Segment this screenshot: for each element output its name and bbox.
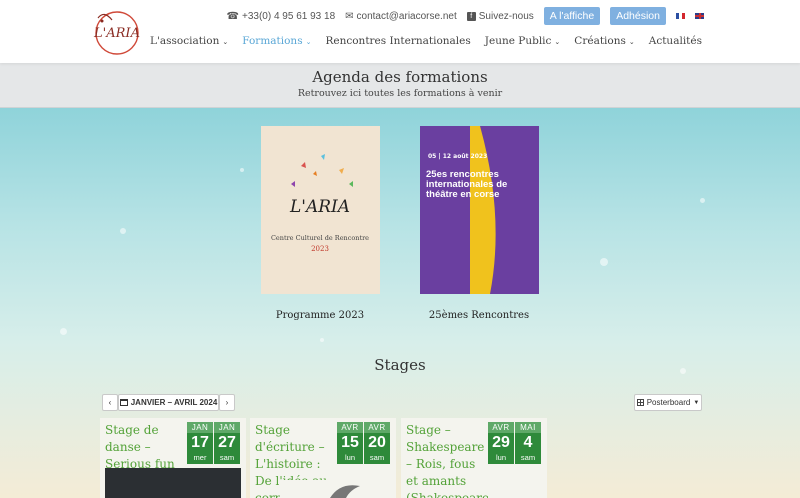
aria-logo[interactable]: L'ARIA [88, 8, 146, 58]
svg-text:L'ARIA: L'ARIA [289, 197, 350, 217]
flag-fr-icon[interactable] [676, 13, 685, 19]
top-contact-bar: ☎ +33(0) 4 95 61 93 18 ✉ contact@ariacor… [227, 7, 704, 25]
main-nav: L'association ⌄ Formations ⌄ Rencontres In… [150, 35, 702, 47]
next-range-button[interactable]: › [219, 394, 235, 411]
stages-heading: Stages [374, 356, 426, 374]
poster-caption[interactable]: Programme 2023 [240, 310, 400, 321]
prev-range-button[interactable]: ‹ [102, 394, 118, 411]
poster-programme-2023[interactable]: L'ARIA Centre Culturel de Rencontre 2023 [261, 126, 380, 294]
chevron-down-icon: ⌄ [554, 38, 561, 46]
phone-number: +33(0) 4 95 61 93 18 [242, 10, 336, 22]
nav-item-jeune-public[interactable]: Jeune Public ⌄ [485, 35, 561, 47]
flag-en-icon[interactable] [695, 13, 704, 19]
phone-item[interactable]: ☎ +33(0) 4 95 61 93 18 [227, 11, 336, 22]
event-card[interactable]: Stage d'écriture – L'histoire : De l'idé… [250, 418, 396, 498]
adhesion-button[interactable]: Adhésion [610, 7, 666, 25]
email-item[interactable]: ✉ contact@ariacorse.net [345, 11, 457, 22]
page-title: Agenda des formations [312, 68, 488, 86]
start-date-badge: JAN 17 mer [187, 422, 213, 464]
page-title-band: Agenda des formations Retrouvez ici tout… [0, 63, 800, 108]
svg-text:Centre Culturel de Rencontre: Centre Culturel de Rencontre [271, 234, 369, 242]
event-title[interactable]: Stage – Shakespeare – Rois, fous et aman… [406, 422, 488, 498]
rencontres-artwork: 05 | 12 août 2023 25es rencontres intern… [420, 126, 539, 294]
follow-label: Suivez-nous [478, 10, 534, 22]
caret-down-icon: ▼ [693, 399, 700, 406]
end-date-badge: JAN 27 sam [214, 422, 240, 464]
affiche-button[interactable]: A l'affiche [543, 7, 601, 25]
start-date-badge: AVR 29 lun [488, 422, 514, 464]
event-title[interactable]: Stage de danse – Serious fun [105, 422, 187, 473]
view-select[interactable]: Posterboard ▼ [634, 394, 702, 411]
svg-text:05 | 12 août 2023: 05 | 12 août 2023 [428, 153, 487, 160]
svg-text:2023: 2023 [311, 245, 329, 253]
envelope-icon: ✉ [345, 10, 354, 22]
view-label: Posterboard [646, 398, 691, 407]
chevron-down-icon: ⌄ [628, 38, 635, 46]
nav-item-creations[interactable]: Créations ⌄ [574, 35, 634, 47]
date-range-button[interactable]: JANVIER – AVRIL 2024 [118, 394, 219, 411]
nav-item-rencontres[interactable]: Rencontres Internationales [325, 35, 470, 47]
nav-item-actualites[interactable]: Actualités [649, 35, 702, 47]
event-card[interactable]: Stage – Shakespeare – Rois, fous et aman… [401, 418, 547, 498]
poster-25emes-rencontres[interactable]: 05 | 12 août 2023 25es rencontres intern… [420, 126, 539, 294]
start-date-badge: AVR 15 lun [337, 422, 363, 464]
email-address: contact@ariacorse.net [356, 10, 457, 22]
end-date-badge: MAI 4 sam [515, 422, 541, 464]
chevron-down-icon: ⌄ [222, 38, 229, 46]
calendar-icon [119, 399, 128, 406]
facebook-icon: f [466, 11, 476, 21]
programme-artwork: L'ARIA Centre Culturel de Rencontre 2023 [271, 154, 369, 253]
event-image[interactable] [280, 480, 390, 498]
chevron-down-icon: ⌄ [305, 38, 312, 46]
nav-item-formations[interactable]: Formations ⌄ [242, 35, 311, 47]
nav-item-association[interactable]: L'association ⌄ [150, 35, 228, 47]
end-date-badge: AVR 20 sam [364, 422, 390, 464]
follow-item[interactable]: f Suivez-nous [466, 10, 534, 22]
date-range-label: JANVIER – AVRIL 2024 [130, 398, 218, 407]
event-image[interactable] [105, 468, 241, 498]
page-subtitle: Retrouvez ici toutes les formations à ve… [297, 88, 503, 99]
phone-icon: ☎ [226, 10, 239, 22]
grid-icon [636, 399, 644, 406]
event-card[interactable]: Stage de danse – Serious fun JAN 17 mer JA… [100, 418, 246, 498]
poster-caption[interactable]: 25èmes Rencontres [399, 310, 559, 321]
site-header: L'ARIA ☎ +33(0) 4 95 61 93 18 ✉ contact@… [0, 0, 800, 63]
svg-text:L'ARIA: L'ARIA [93, 26, 140, 41]
